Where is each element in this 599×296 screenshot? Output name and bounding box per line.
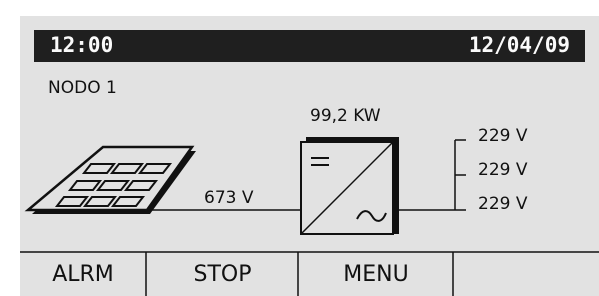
power-readout: 99,2 KW xyxy=(310,106,381,126)
inverter-icon xyxy=(300,137,399,235)
lcd-screen: 12:00 12/04/09 NODO 1 99,2 KW 673 V 229 … xyxy=(20,16,599,296)
ac-voltage-line-3: 229 V xyxy=(478,194,528,214)
menu-softkey[interactable]: MENU xyxy=(299,252,453,296)
dc-voltage-readout: 673 V xyxy=(204,188,254,208)
solar-panel-icon xyxy=(24,145,196,214)
ac-output-lines xyxy=(399,139,466,211)
stop-softkey[interactable]: STOP xyxy=(147,252,298,296)
empty-softkey[interactable] xyxy=(454,252,599,296)
ac-voltage-line-2: 229 V xyxy=(478,160,528,180)
alarm-softkey[interactable]: ALRM xyxy=(20,252,146,296)
ac-voltage-line-1: 229 V xyxy=(478,126,528,146)
softkey-bar: ALRM STOP MENU xyxy=(20,252,599,296)
